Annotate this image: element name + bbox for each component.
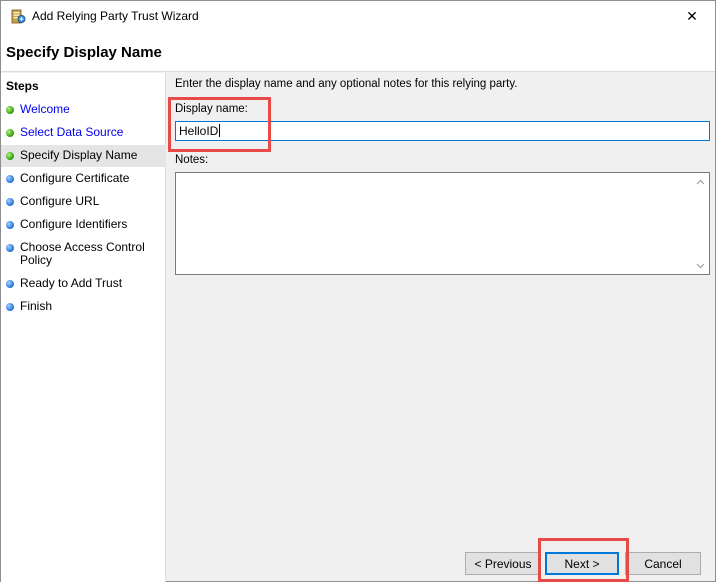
step-label: Welcome [20, 102, 70, 116]
window-title: Add Relying Party Trust Wizard [32, 9, 199, 23]
step-configure-identifiers: Configure Identifiers [1, 218, 166, 234]
step-configure-url: Configure URL [1, 195, 166, 211]
next-button-highlight [538, 538, 629, 582]
step-select-data-source[interactable]: Select Data Source [1, 126, 166, 142]
step-label: Configure Certificate [20, 171, 130, 185]
step-done-icon [6, 129, 14, 137]
step-label: Choose Access Control Policy [20, 240, 145, 267]
step-pending-icon [6, 280, 14, 288]
step-label: Finish [20, 299, 53, 313]
step-label: Configure Identifiers [20, 217, 128, 231]
cancel-button[interactable]: Cancel [625, 552, 701, 575]
display-name-highlight [168, 97, 271, 152]
step-current-icon [6, 152, 14, 160]
close-icon: ✕ [686, 8, 698, 24]
step-pending-icon [6, 175, 14, 183]
button-bar: < Previous Next > Cancel [167, 543, 715, 582]
steps-title: Steps [6, 79, 39, 93]
step-label: Select Data Source [20, 125, 124, 139]
steps-panel: Steps Welcome Select Data Source Specify… [1, 73, 166, 582]
step-ready-to-add-trust: Ready to Add Trust [1, 277, 166, 293]
adfs-server-icon [9, 8, 27, 26]
notes-scrollbar[interactable] [692, 173, 709, 274]
scroll-up-icon[interactable] [692, 173, 709, 190]
step-label: Ready to Add Trust [20, 276, 123, 290]
step-finish: Finish [1, 300, 166, 316]
step-pending-icon [6, 244, 14, 252]
page-header: Specify Display Name [1, 32, 715, 72]
step-choose-access-control-policy: Choose Access Control Policy [1, 241, 166, 271]
step-label: Specify Display Name [20, 148, 138, 162]
page-title: Specify Display Name [6, 44, 162, 61]
step-label: Configure URL [20, 194, 100, 208]
notes-label: Notes: [175, 154, 209, 166]
notes-textarea[interactable] [175, 172, 710, 275]
step-pending-icon [6, 198, 14, 206]
step-specify-display-name: Specify Display Name [1, 145, 166, 167]
step-configure-certificate: Configure Certificate [1, 172, 166, 188]
step-done-icon [6, 106, 14, 114]
previous-button[interactable]: < Previous [465, 552, 541, 575]
title-bar[interactable]: Add Relying Party Trust Wizard ✕ [1, 1, 715, 32]
step-welcome[interactable]: Welcome [1, 103, 166, 119]
wizard-window: Add Relying Party Trust Wizard ✕ Specify… [0, 0, 716, 582]
step-pending-icon [6, 221, 14, 229]
step-pending-icon [6, 303, 14, 311]
close-button[interactable]: ✕ [669, 1, 715, 32]
intro-text: Enter the display name and any optional … [175, 78, 518, 90]
scroll-down-icon[interactable] [692, 257, 709, 274]
